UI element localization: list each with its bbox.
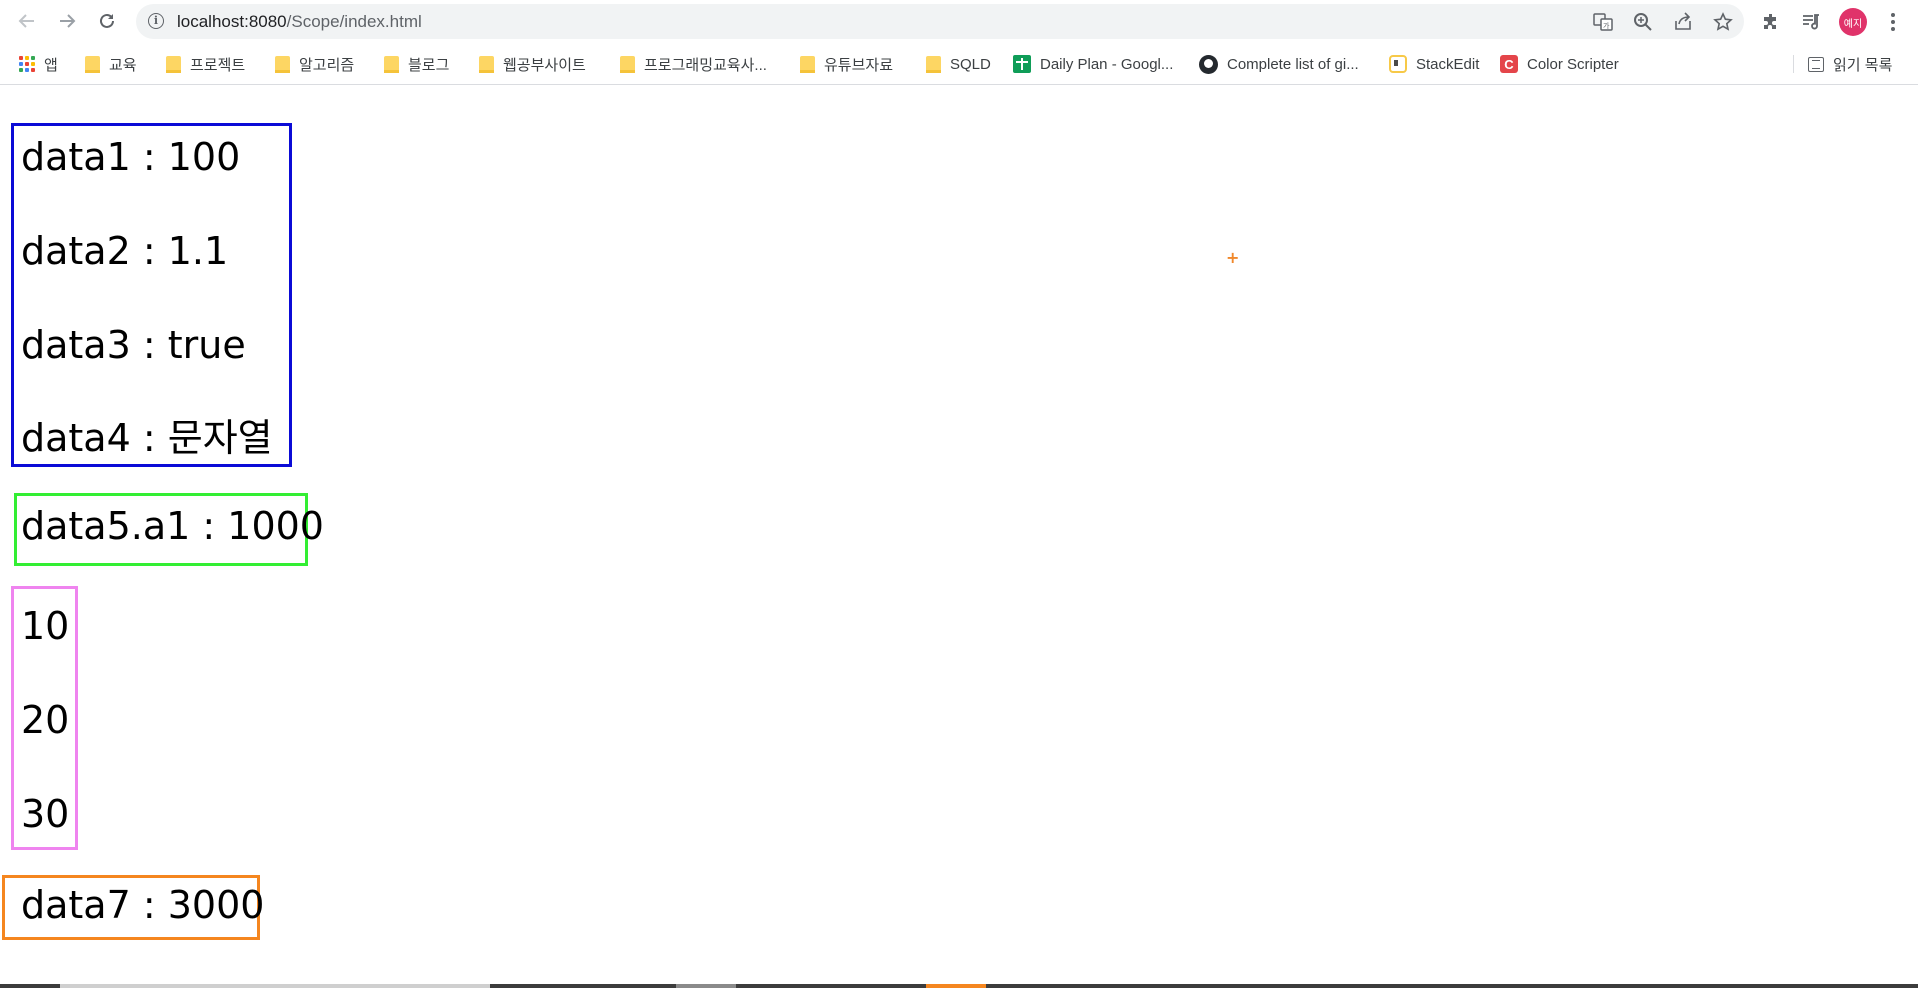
reload-button[interactable] <box>94 8 120 34</box>
stackedit-icon <box>1389 55 1407 73</box>
reload-icon <box>100 13 114 28</box>
browser-toolbar: i localhost:8080/Scope/index.html 가 예지 <box>0 0 1918 43</box>
arrow-left-icon <box>18 14 34 28</box>
profile-avatar[interactable]: 예지 <box>1839 8 1867 36</box>
taskbar-strip <box>0 984 1918 988</box>
array-item-2: 20 <box>21 698 70 742</box>
data1-text: data1 : 100 <box>21 135 241 179</box>
folder-icon <box>85 55 100 73</box>
folder-icon <box>926 55 941 73</box>
site-info-icon[interactable]: i <box>148 13 164 29</box>
crosshair-cursor-icon: + <box>1226 248 1240 267</box>
bookmark-folder-algorithm[interactable]: 알고리즘 <box>275 52 354 76</box>
github-icon <box>1199 54 1218 74</box>
url-path: /Scope/index.html <box>286 12 422 31</box>
share-icon[interactable] <box>1671 10 1695 34</box>
data2-text: data2 : 1.1 <box>21 229 229 273</box>
array-data-box: 10 20 30 <box>11 586 78 850</box>
bookmark-label: 앱 <box>44 56 58 74</box>
array-item-1: 10 <box>21 604 70 648</box>
google-sheets-icon <box>1013 55 1031 73</box>
bookmark-label: 유튜브자료 <box>824 56 894 74</box>
reading-list-icon <box>1808 56 1824 72</box>
bookmark-folder-project[interactable]: 프로젝트 <box>166 52 245 76</box>
star-icon[interactable] <box>1711 10 1735 34</box>
bookmark-label: SQLD <box>950 55 991 73</box>
folder-icon <box>166 55 181 73</box>
media-control-icon[interactable] <box>1798 9 1824 35</box>
zoom-icon[interactable] <box>1631 10 1655 34</box>
folder-icon <box>384 55 399 73</box>
data7-box: data7 : 3000 <box>2 875 264 940</box>
bookmark-folder-web-study[interactable]: 웹공부사이트 <box>479 52 586 76</box>
bookmark-apps[interactable]: 앱 <box>19 52 58 76</box>
address-bar[interactable]: i localhost:8080/Scope/index.html 가 <box>136 4 1744 39</box>
extensions-icon[interactable] <box>1758 9 1784 35</box>
bookmark-label: 교육 <box>109 56 137 74</box>
bookmark-label: 웹공부사이트 <box>503 56 586 74</box>
url-text[interactable]: localhost:8080/Scope/index.html <box>177 12 422 32</box>
taskbar-segment <box>60 984 490 988</box>
bookmark-color-scripter[interactable]: C Color Scripter <box>1500 52 1619 76</box>
bookmark-label: 블로그 <box>408 56 450 74</box>
bookmark-stackedit[interactable]: StackEdit <box>1389 52 1479 76</box>
bookmarks-bar: 앱 교육 프로젝트 알고리즘 블로그 웹공부사이트 프로그래밍교육사... 유튜… <box>0 43 1918 85</box>
apps-grid-icon <box>19 56 35 72</box>
primitive-data-box: data1 : 100 data2 : 1.1 data3 : true dat… <box>11 123 292 467</box>
translate-icon[interactable]: 가 <box>1591 10 1615 34</box>
taskbar-segment <box>926 984 986 988</box>
back-button[interactable] <box>14 8 40 34</box>
folder-icon <box>479 55 494 73</box>
svg-text:가: 가 <box>1603 21 1610 30</box>
bookmark-label: Color Scripter <box>1527 55 1619 73</box>
color-scripter-icon: C <box>1500 55 1518 73</box>
menu-icon[interactable] <box>1880 9 1906 35</box>
bookmark-folder-youtube[interactable]: 유튜브자료 <box>800 52 893 76</box>
taskbar-segment <box>676 984 736 988</box>
bookmark-folder-sqld[interactable]: SQLD <box>926 52 991 76</box>
bookmark-label: 프로그래밍교육사... <box>644 56 767 74</box>
bookmark-label: 알고리즘 <box>299 56 355 74</box>
folder-icon <box>275 55 290 73</box>
object-data-box: data5.a1 : 1000 <box>14 493 324 566</box>
bookmark-label: Daily Plan - Googl... <box>1040 55 1174 73</box>
reading-list-label: 읽기 목록 <box>1833 56 1893 74</box>
bookmark-daily-plan[interactable]: Daily Plan - Googl... <box>1013 52 1173 76</box>
bookmark-github-list[interactable]: Complete list of gi... <box>1199 52 1359 76</box>
arrow-right-icon <box>60 14 76 28</box>
data4-text: data4 : 문자열 <box>21 416 273 460</box>
folder-icon <box>620 55 635 73</box>
data7-text: data7 : 3000 <box>21 883 265 927</box>
array-item-3: 30 <box>21 792 70 836</box>
bookmark-folder-blog[interactable]: 블로그 <box>384 52 449 76</box>
bookmarks-divider <box>1793 55 1794 73</box>
reading-list-button[interactable]: 읽기 목록 <box>1808 52 1892 76</box>
forward-button[interactable] <box>54 8 80 34</box>
data5-text: data5.a1 : 1000 <box>21 504 324 548</box>
page-content: data1 : 100 data2 : 1.1 data3 : true dat… <box>0 86 1918 988</box>
folder-icon <box>800 55 815 73</box>
data3-text: data3 : true <box>21 323 246 367</box>
bookmark-label: 프로젝트 <box>190 56 246 74</box>
url-host: localhost:8080 <box>177 12 287 31</box>
bookmark-folder-education[interactable]: 교육 <box>85 52 137 76</box>
bookmark-label: Complete list of gi... <box>1227 55 1359 73</box>
bookmark-folder-programming-edu[interactable]: 프로그래밍교육사... <box>620 52 767 76</box>
bookmark-label: StackEdit <box>1416 55 1480 73</box>
